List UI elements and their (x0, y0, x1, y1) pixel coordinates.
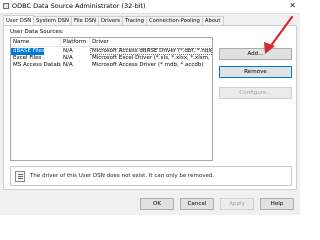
odbc-app-icon (3, 3, 9, 9)
row-driver: Microsoft Excel Driver (*.xls, *.xlsx, *… (92, 55, 212, 61)
user-dsn-panel: User Data Sources: Name Platform Driver … (3, 25, 297, 190)
list-row[interactable]: dBASE Files N/A Microsoft Access dBASE D… (11, 48, 212, 55)
apply-button[interactable]: Apply (220, 198, 254, 210)
row-platform: N/A (63, 62, 73, 68)
info-message: The driver of this User DSN does not exi… (30, 173, 215, 179)
help-button[interactable]: Help (260, 198, 294, 210)
row-platform: N/A (63, 55, 73, 61)
add-button[interactable]: Add... (219, 48, 292, 60)
row-platform: N/A (63, 48, 73, 54)
tab-system-dsn[interactable]: System DSN (33, 16, 73, 25)
tab-tracing[interactable]: Tracing (122, 16, 148, 25)
list-row[interactable]: MS Access Database N/A Microsoft Access … (11, 62, 212, 69)
column-header-platform[interactable]: Platform (61, 38, 90, 46)
data-sources-list[interactable]: Name Platform Driver dBASE Files N/A Mic… (10, 37, 213, 161)
configure-button[interactable]: Configure... (219, 87, 292, 99)
window-title: ODBC Data Source Administrator (32-bit) (12, 2, 146, 10)
row-name: dBASE Files (11, 48, 44, 55)
close-icon[interactable]: ✕ (289, 1, 296, 11)
column-header-driver[interactable]: Driver (90, 38, 212, 46)
tab-file-dsn[interactable]: File DSN (71, 16, 99, 25)
row-driver: Microsoft Access dBASE Driver (*.dbf, *.… (90, 48, 212, 55)
tab-about[interactable]: About (201, 16, 224, 25)
cancel-button[interactable]: Cancel (180, 198, 214, 210)
remove-button[interactable]: Remove (219, 66, 292, 78)
tab-connection-pooling[interactable]: Connection Pooling (146, 16, 203, 25)
user-data-sources-label: User Data Sources: (10, 29, 64, 35)
odbc-admin-window: ODBC Data Source Administrator (32-bit) … (0, 0, 300, 215)
column-header-name[interactable]: Name (11, 38, 61, 46)
row-driver: Microsoft Access Driver (*.mdb, *.accdb) (92, 62, 204, 68)
ok-button[interactable]: OK (140, 198, 174, 210)
title-bar: ODBC Data Source Administrator (32-bit) … (0, 0, 300, 14)
row-name: Excel Files (13, 55, 42, 61)
list-row[interactable]: Excel Files N/A Microsoft Excel Driver (… (11, 55, 212, 62)
row-name: MS Access Database (13, 62, 61, 68)
list-header: Name Platform Driver (11, 38, 212, 47)
tab-drivers[interactable]: Drivers (97, 16, 124, 25)
document-icon (15, 171, 25, 182)
tab-bar: User DSN System DSN File DSN Drivers Tra… (3, 15, 224, 25)
tab-user-dsn[interactable]: User DSN (3, 15, 35, 25)
info-box: The driver of this User DSN does not exi… (10, 166, 292, 186)
